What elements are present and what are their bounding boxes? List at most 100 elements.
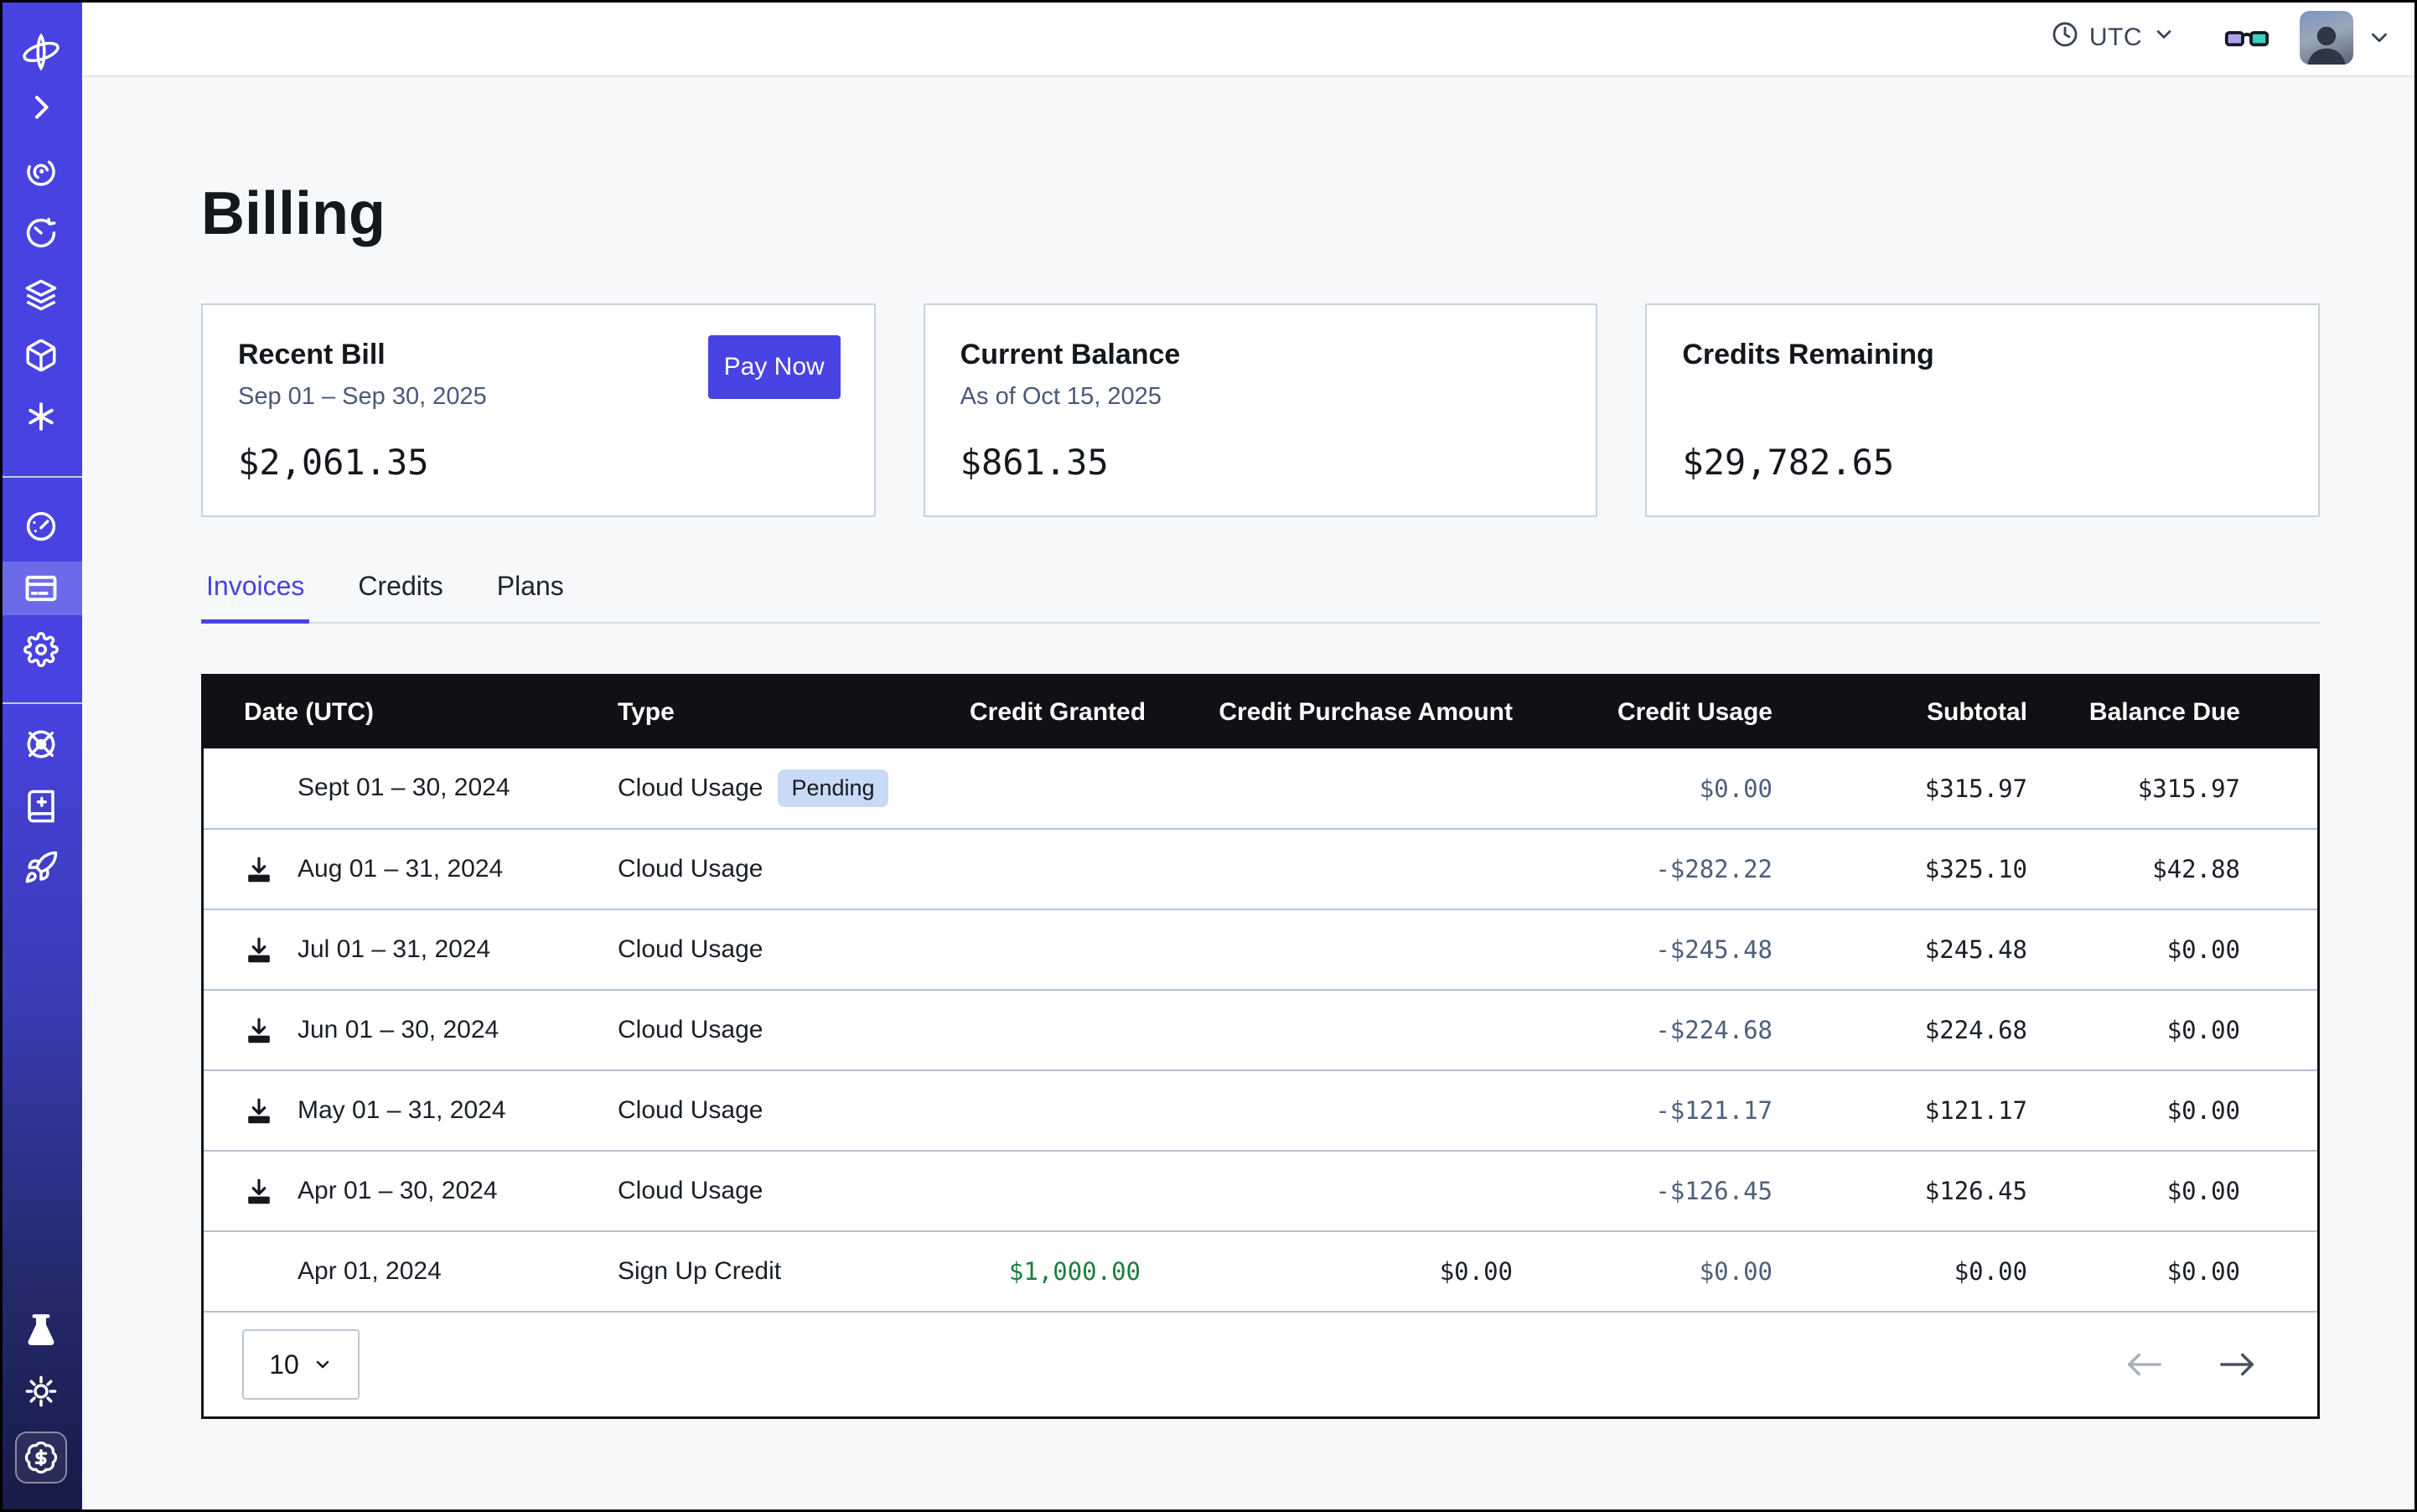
credit-usage-value: -$282.22 — [1513, 829, 1773, 909]
recent-bill-amount: $2,061.35 — [238, 442, 839, 483]
subtotal-value: $126.45 — [1773, 1151, 2027, 1231]
rocket-icon[interactable] — [0, 841, 82, 894]
credit-usage-value: -$126.45 — [1513, 1151, 1773, 1231]
history-icon[interactable] — [0, 206, 82, 260]
sidebar-item-billing[interactable] — [0, 562, 82, 615]
flask-icon[interactable] — [0, 1303, 82, 1357]
tab-invoices[interactable]: Invoices — [201, 571, 309, 624]
app-logo-icon[interactable] — [0, 25, 82, 79]
previous-page-button[interactable] — [2125, 1351, 2163, 1378]
sidebar-expand-button[interactable] — [0, 80, 82, 134]
subtotal-value: $0.00 — [1773, 1231, 2027, 1312]
credit-granted-value: $1,000.00 — [970, 1231, 1141, 1312]
invoice-date: Apr 01 – 30, 2024 — [298, 1177, 498, 1204]
timezone-selector[interactable]: UTC — [2051, 20, 2176, 55]
credit-granted-value — [970, 990, 1141, 1070]
chevron-down-icon — [313, 1354, 333, 1375]
download-invoice-button[interactable] — [244, 1015, 298, 1045]
credits-remaining-amount: $29,782.65 — [1682, 442, 2283, 483]
card-title: Current Balance — [960, 339, 1561, 371]
credit-usage-value: -$245.48 — [1513, 909, 1773, 990]
invoice-type: Cloud Usage — [618, 856, 763, 883]
next-page-button[interactable] — [2218, 1351, 2257, 1378]
column-header-credit-granted: Credit Granted — [970, 676, 1141, 748]
invoice-date: Jul 01 – 31, 2024 — [298, 935, 490, 963]
timezone-label: UTC — [2089, 23, 2142, 52]
card-title: Credits Remaining — [1682, 339, 2283, 371]
download-invoice-button[interactable] — [244, 935, 298, 965]
sidebar-divider — [0, 476, 82, 478]
subtotal-value: $245.48 — [1773, 909, 2027, 990]
account-menu-chevron[interactable] — [2367, 25, 2392, 50]
tab-plans[interactable]: Plans — [492, 571, 569, 624]
observe-icon[interactable] — [0, 145, 82, 199]
card-subtitle: As of Oct 15, 2025 — [960, 383, 1561, 412]
glasses-icon[interactable] — [2224, 21, 2269, 54]
layers-icon[interactable] — [0, 268, 82, 322]
credits-badge-icon — [15, 1432, 67, 1484]
invoice-row: Apr 01, 2024 Sign Up Credit $1,000.00 $0… — [204, 1231, 2317, 1312]
table-header-row: Date (UTC) Type Credit Granted Credit Pu… — [204, 676, 2317, 748]
credit-purchase-value — [1141, 990, 1513, 1070]
invoice-row: May 01 – 31, 2024 Cloud Usage -$121.17 $… — [204, 1070, 2317, 1151]
pay-now-button[interactable]: Pay Now — [708, 335, 841, 399]
subtotal-value: $121.17 — [1773, 1070, 2027, 1151]
gear-icon[interactable] — [0, 623, 82, 676]
invoice-table-body: Sept 01 – 30, 2024 Cloud Usage Pending $0… — [204, 748, 2317, 1312]
download-invoice-button[interactable] — [244, 1176, 298, 1206]
balance-due-value: $0.00 — [2027, 1151, 2317, 1231]
credit-granted-value — [970, 909, 1141, 990]
credit-granted-value — [970, 1070, 1141, 1151]
invoice-row: Sept 01 – 30, 2024 Cloud UsagePending $0… — [204, 748, 2317, 829]
status-badge: Pending — [778, 769, 888, 807]
usage-gauge-icon[interactable] — [0, 500, 82, 553]
billing-tabs: Invoices Credits Plans — [201, 571, 2320, 624]
download-icon — [244, 1095, 274, 1126]
credit-usage-value: $0.00 — [1513, 1231, 1773, 1312]
credit-purchase-value — [1141, 909, 1513, 990]
download-icon — [244, 1176, 274, 1206]
invoice-row: Apr 01 – 30, 2024 Cloud Usage -$126.45 $… — [204, 1151, 2317, 1231]
user-avatar[interactable] — [2300, 11, 2353, 65]
invoice-row: Aug 01 – 31, 2024 Cloud Usage -$282.22 $… — [204, 829, 2317, 909]
table-pagination: 10 — [204, 1313, 2317, 1416]
subtotal-value: $315.97 — [1773, 748, 2027, 829]
current-balance-card: Current Balance As of Oct 15, 2025 $861.… — [924, 303, 1598, 517]
page-size-value: 10 — [269, 1349, 299, 1380]
credit-granted-value — [970, 829, 1141, 909]
balance-due-value: $0.00 — [2027, 909, 2317, 990]
card-subtitle — [1682, 383, 2283, 412]
download-invoice-button[interactable] — [244, 854, 298, 884]
sidebar-divider — [0, 702, 82, 704]
invoices-table: Date (UTC) Type Credit Granted Credit Pu… — [204, 676, 2317, 1313]
credit-usage-value: -$121.17 — [1513, 1070, 1773, 1151]
credit-purchase-value — [1141, 1070, 1513, 1151]
download-icon — [244, 854, 274, 884]
credit-purchase-value — [1141, 1151, 1513, 1231]
sidebar — [0, 0, 82, 1512]
credits-badge-button[interactable] — [0, 1425, 82, 1490]
invoice-type: Cloud Usage — [618, 1097, 763, 1125]
credit-granted-value — [970, 1151, 1141, 1231]
invoice-date: Aug 01 – 31, 2024 — [298, 855, 503, 883]
page-title: Billing — [201, 178, 2417, 250]
balance-due-value: $42.88 — [2027, 829, 2317, 909]
tab-credits[interactable]: Credits — [353, 571, 448, 624]
asterisk-icon[interactable] — [0, 390, 82, 443]
credit-granted-value — [970, 748, 1141, 829]
invoice-date: Sept 01 – 30, 2024 — [298, 774, 510, 802]
summary-cards: Recent Bill Sep 01 – Sep 30, 2025 $2,061… — [201, 303, 2320, 517]
column-header-credit-usage: Credit Usage — [1513, 676, 1773, 748]
download-icon — [244, 1015, 274, 1045]
credit-purchase-value: $0.00 — [1141, 1231, 1513, 1312]
guide-book-icon[interactable] — [0, 779, 82, 833]
wheel-icon[interactable] — [0, 717, 82, 771]
cube-icon[interactable] — [0, 329, 82, 382]
balance-due-value: $0.00 — [2027, 1231, 2317, 1312]
column-header-credit-purchase-amount: Credit Purchase Amount — [1141, 676, 1513, 748]
page-size-select[interactable]: 10 — [242, 1329, 360, 1400]
chevron-down-icon — [2152, 23, 2176, 53]
download-invoice-button[interactable] — [244, 1095, 298, 1126]
sun-icon[interactable] — [0, 1364, 82, 1418]
main-content: Billing Recent Bill Sep 01 – Sep 30, 202… — [82, 77, 2417, 1512]
